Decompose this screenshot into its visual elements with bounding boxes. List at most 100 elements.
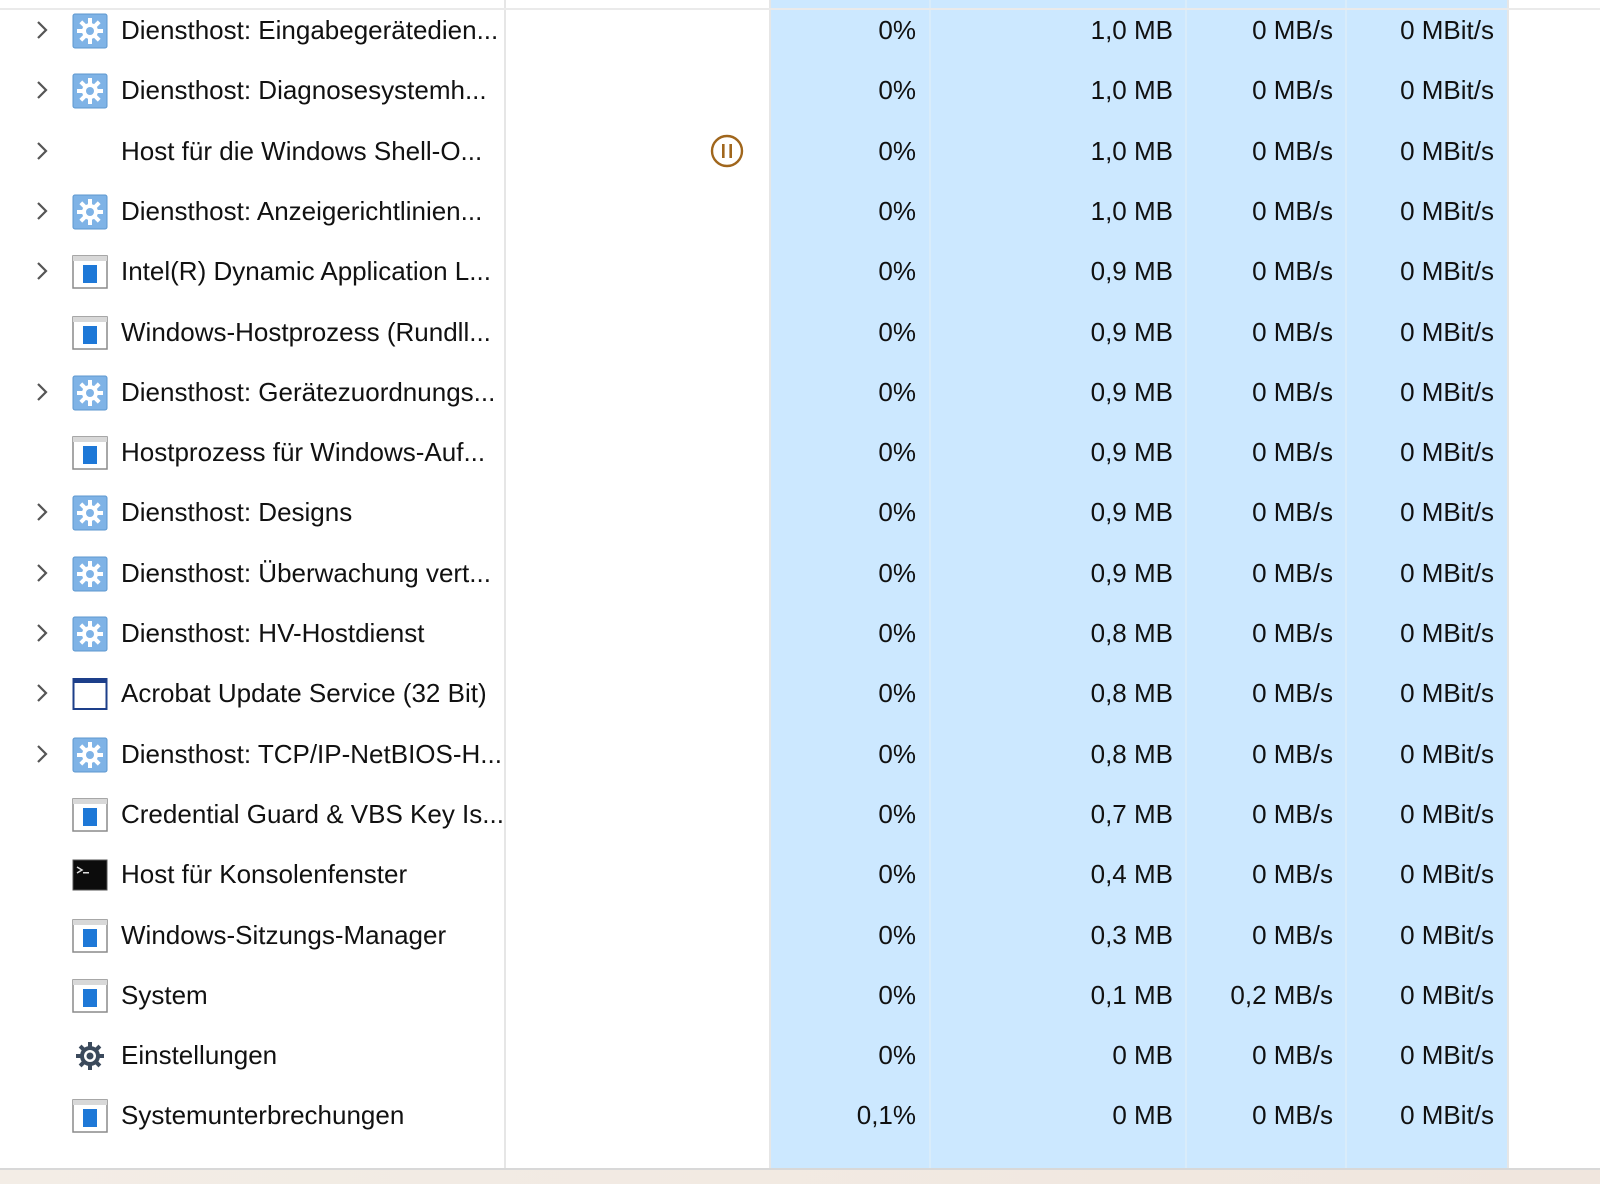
process-row[interactable]: Diensthost: Eingabegerätedien... 0% 1,0 …	[0, 0, 1600, 62]
app-window-icon	[72, 797, 108, 833]
cpu-value: 0%	[878, 437, 916, 468]
memory-value: 0,9 MB	[1090, 497, 1173, 528]
process-row[interactable]: System 0% 0,1 MB 0,2 MB/s 0 MBit/s	[0, 965, 1600, 1027]
memory-value: 1,0 MB	[1090, 75, 1173, 106]
process-name: Diensthost: Gerätezuordnungs...	[121, 376, 496, 407]
memory-value: 0,9 MB	[1090, 557, 1173, 588]
network-value: 0 MBit/s	[1400, 15, 1494, 45]
process-row[interactable]: Windows-Hostprozess (Rundll... 0% 0,9 MB…	[0, 302, 1600, 364]
disk-value: 0 MB/s	[1252, 437, 1333, 468]
process-name: Diensthost: Überwachung vert...	[121, 557, 491, 588]
chevron-right-icon[interactable]	[32, 620, 52, 646]
process-name: Diensthost: TCP/IP-NetBIOS-H...	[121, 738, 502, 769]
gear-icon	[72, 737, 108, 773]
network-value: 0 MBit/s	[1400, 256, 1494, 287]
process-name: Diensthost: HV-Hostdienst	[121, 618, 425, 648]
process-row[interactable]: Diensthost: Anzeigerichtlinien... 0% 1,0…	[0, 181, 1600, 243]
process-row[interactable]: Systemunterbrechungen 0,1% 0 MB 0 MB/s 0…	[0, 1085, 1600, 1147]
process-name: System	[121, 979, 208, 1010]
disk-value: 0 MB/s	[1252, 618, 1333, 648]
task-manager-process-list: Diensthost: Eingabegerätedien... 0% 1,0 …	[0, 0, 1600, 1170]
disk-value: 0 MB/s	[1252, 678, 1333, 709]
disk-value: 0 MB/s	[1252, 15, 1333, 45]
disk-value: 0 MB/s	[1252, 497, 1333, 528]
cpu-value: 0%	[878, 376, 916, 407]
process-row[interactable]: Diensthost: HV-Hostdienst 0% 0,8 MB 0 MB…	[0, 603, 1600, 665]
empty-window-icon	[72, 676, 108, 712]
cpu-value: 0,1%	[856, 1100, 916, 1131]
chevron-right-icon[interactable]	[32, 77, 52, 103]
network-value: 0 MBit/s	[1400, 919, 1494, 950]
gear-icon	[72, 194, 108, 230]
memory-value: 1,0 MB	[1090, 15, 1173, 45]
cpu-value: 0%	[878, 135, 916, 166]
process-row[interactable]: Diensthost: Gerätezuordnungs... 0% 0,9 M…	[0, 362, 1600, 424]
memory-value: 0,8 MB	[1090, 738, 1173, 769]
process-name: Credential Guard & VBS Key Is...	[121, 798, 504, 829]
process-row[interactable]: Acrobat Update Service (32 Bit) 0% 0,8 M…	[0, 663, 1600, 725]
network-value: 0 MBit/s	[1400, 75, 1494, 106]
network-value: 0 MBit/s	[1400, 195, 1494, 226]
cpu-value: 0%	[878, 75, 916, 106]
chevron-right-icon[interactable]	[32, 17, 52, 43]
process-row[interactable]: Credential Guard & VBS Key Is... 0% 0,7 …	[0, 784, 1600, 846]
process-name: Diensthost: Eingabegerätedien...	[121, 15, 499, 45]
memory-value: 0,3 MB	[1090, 919, 1173, 950]
network-value: 0 MBit/s	[1400, 497, 1494, 528]
memory-value: 1,0 MB	[1090, 135, 1173, 166]
memory-value: 0,9 MB	[1090, 316, 1173, 347]
disk-value: 0,2 MB/s	[1230, 979, 1333, 1010]
process-row[interactable]: Diensthost: Diagnosesystemh... 0% 1,0 MB…	[0, 60, 1600, 122]
disk-value: 0 MB/s	[1252, 798, 1333, 829]
process-name: Intel(R) Dynamic Application L...	[121, 256, 491, 287]
console-icon	[72, 857, 108, 893]
cpu-value: 0%	[878, 195, 916, 226]
network-value: 0 MBit/s	[1400, 798, 1494, 829]
cpu-value: 0%	[878, 497, 916, 528]
process-row[interactable]: Diensthost: TCP/IP-NetBIOS-H... 0% 0,8 M…	[0, 724, 1600, 786]
disk-value: 0 MB/s	[1252, 919, 1333, 950]
app-window-icon	[72, 254, 108, 290]
chevron-right-icon[interactable]	[32, 379, 52, 405]
cpu-value: 0%	[878, 859, 916, 890]
memory-value: 0,8 MB	[1090, 678, 1173, 709]
network-value: 0 MBit/s	[1400, 316, 1494, 347]
process-name: Diensthost: Designs	[121, 497, 353, 528]
process-name: Hostprozess für Windows-Auf...	[121, 437, 486, 468]
process-name: Diensthost: Anzeigerichtlinien...	[121, 195, 483, 226]
gear-icon	[72, 616, 108, 652]
disk-value: 0 MB/s	[1252, 1100, 1333, 1131]
chevron-right-icon[interactable]	[32, 258, 52, 284]
process-row[interactable]: Intel(R) Dynamic Application L... 0% 0,9…	[0, 241, 1600, 303]
app-window-icon	[72, 978, 108, 1014]
process-row[interactable]: Hostprozess für Windows-Auf... 0% 0,9 MB…	[0, 422, 1600, 484]
chevron-right-icon[interactable]	[32, 680, 52, 706]
disk-value: 0 MB/s	[1252, 859, 1333, 890]
process-row[interactable]: Diensthost: Überwachung vert... 0% 0,9 M…	[0, 543, 1600, 605]
memory-value: 0,9 MB	[1090, 376, 1173, 407]
process-name: Diensthost: Diagnosesystemh...	[121, 75, 487, 106]
cpu-value: 0%	[878, 256, 916, 287]
network-value: 0 MBit/s	[1400, 1040, 1494, 1071]
network-value: 0 MBit/s	[1400, 376, 1494, 407]
process-row[interactable]: Windows-Sitzungs-Manager 0% 0,3 MB 0 MB/…	[0, 905, 1600, 967]
gear-icon	[72, 495, 108, 531]
cpu-value: 0%	[878, 557, 916, 588]
disk-value: 0 MB/s	[1252, 256, 1333, 287]
chevron-right-icon[interactable]	[32, 560, 52, 586]
process-row[interactable]: Host für Konsolenfenster 0% 0,4 MB 0 MB/…	[0, 844, 1600, 906]
chevron-right-icon[interactable]	[32, 499, 52, 525]
process-row[interactable]: Einstellungen 0% 0 MB 0 MB/s 0 MBit/s	[0, 1025, 1600, 1087]
app-window-icon	[72, 315, 108, 351]
process-row[interactable]: Diensthost: Designs 0% 0,9 MB 0 MB/s 0 M…	[0, 482, 1600, 544]
cpu-value: 0%	[878, 678, 916, 709]
network-value: 0 MBit/s	[1400, 618, 1494, 648]
process-row[interactable]: Host für die Windows Shell-O... 0% 1,0 M…	[0, 121, 1600, 183]
chevron-right-icon[interactable]	[32, 741, 52, 767]
suspended-icon	[710, 134, 744, 168]
chevron-right-icon[interactable]	[32, 198, 52, 224]
process-name: Einstellungen	[121, 1040, 278, 1071]
cpu-value: 0%	[878, 618, 916, 648]
chevron-right-icon[interactable]	[32, 138, 52, 164]
disk-value: 0 MB/s	[1252, 195, 1333, 226]
